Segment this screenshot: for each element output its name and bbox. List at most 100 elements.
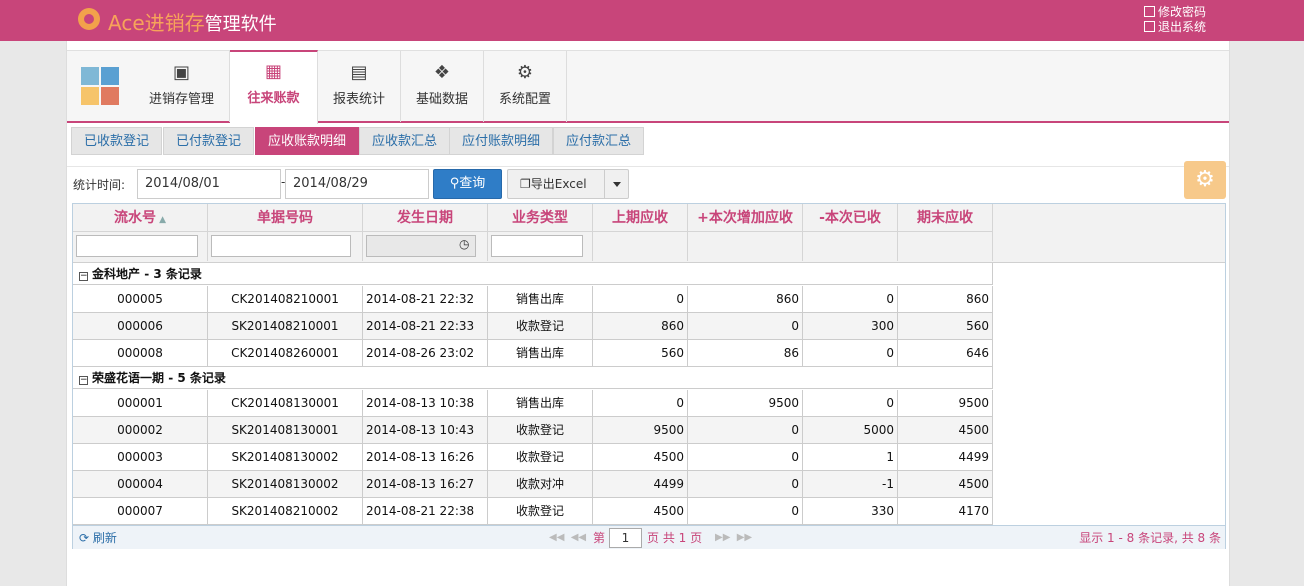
nav-item-accounts[interactable]: ▦ 往来账款 <box>230 50 318 124</box>
nav-item-basic-data[interactable]: ❖ 基础数据 <box>401 51 484 122</box>
brand-subtitle: 管理软件 <box>204 14 277 35</box>
column-header-prev-receivable[interactable]: 上期应收 <box>593 204 688 232</box>
table-cell: CK201408130001 <box>208 390 363 417</box>
table-row[interactable]: 000003 SK201408130002 2014-08-13 16:26 收款登记… <box>73 444 993 471</box>
table-cell: CK201408210001 <box>208 286 363 313</box>
logout-link[interactable]: 退出系统 <box>1144 20 1206 35</box>
biz-type-filter-input[interactable] <box>491 235 583 257</box>
column-header-added-receivable[interactable]: +本次增加应收 <box>688 204 803 232</box>
tab-received-payments[interactable]: 已收款登记 <box>71 127 163 155</box>
app-tiles-icon[interactable] <box>81 67 121 107</box>
table-cell: 000006 <box>73 313 208 340</box>
table-cell: 收款登记 <box>488 417 593 444</box>
logout-icon <box>1144 21 1155 32</box>
settings-gear-button[interactable]: ⚙ <box>1184 161 1226 199</box>
table-row[interactable]: 000004 SK201408130002 2014-08-13 16:27 收款对冲… <box>73 471 993 498</box>
main-nav: ▣ 进销存管理 ▦ 往来账款 ▤ 报表统计 ❖ 基础数据 ⚙ 系统配置 <box>67 50 1229 124</box>
record-info: 显示 1 - 8 条记录, 共 8 条 <box>1079 531 1221 545</box>
table-cell: 0 <box>688 498 803 525</box>
table-row[interactable]: 000002 SK201408130001 2014-08-13 10:43 收款登记… <box>73 417 993 444</box>
group-header[interactable]: − 金科地产 - 3 条记录 <box>73 263 993 285</box>
table-cell: 0 <box>688 313 803 340</box>
table-cell: 1 <box>803 444 898 471</box>
tab-receivable-detail[interactable]: 应收账款明细 <box>255 127 360 155</box>
bar-chart-icon: ▤ <box>350 62 368 83</box>
doc-no-filter-input[interactable] <box>211 235 351 257</box>
table-row[interactable]: 000007 SK201408210002 2014-08-21 22:38 收款登记… <box>73 498 993 525</box>
sort-asc-icon: ▲ <box>155 215 167 225</box>
table-cell: 4499 <box>593 471 688 498</box>
column-label: 流水号 <box>113 210 156 226</box>
nav-item-settings[interactable]: ⚙ 系统配置 <box>484 51 567 122</box>
stat-time-label: 统计时间: <box>73 178 126 192</box>
table-row[interactable]: 000001 CK201408130001 2014-08-13 10:38 销售出库… <box>73 390 993 417</box>
filter-cell <box>208 232 363 261</box>
table-cell: -1 <box>803 471 898 498</box>
table-cell: 000008 <box>73 340 208 367</box>
table-cell: SK201408130002 <box>208 471 363 498</box>
table-cell: 5000 <box>803 417 898 444</box>
export-dropdown-caret[interactable] <box>604 170 628 198</box>
column-header-doc-no[interactable]: 单据号码 <box>208 204 363 232</box>
table-cell: 000001 <box>73 390 208 417</box>
date-to-input[interactable]: 2014/08/29 <box>285 169 429 199</box>
page-prefix: 第 <box>593 531 606 545</box>
date-from-input[interactable]: 2014/08/01 <box>137 169 281 199</box>
table-cell: 4500 <box>898 471 993 498</box>
change-password-link[interactable]: 修改密码 <box>1144 5 1206 20</box>
nav-item-label: 基础数据 <box>415 92 468 107</box>
collapse-icon[interactable]: − <box>79 376 88 385</box>
collapse-icon[interactable]: − <box>79 272 88 281</box>
table-cell: 2014-08-21 22:33 <box>363 313 488 340</box>
column-header-serial[interactable]: 流水号 ▲ <box>73 204 208 232</box>
table-cell: 000002 <box>73 417 208 444</box>
table-cell: 2014-08-26 23:02 <box>363 340 488 367</box>
column-header-received[interactable]: -本次已收 <box>803 204 898 232</box>
table-cell: SK201408210002 <box>208 498 363 525</box>
column-header-end-receivable[interactable]: 期末应收 <box>898 204 993 232</box>
nav-item-inventory[interactable]: ▣ 进销存管理 <box>134 51 230 122</box>
refresh-button[interactable]: ⟳ 刷新 <box>79 526 117 550</box>
page-number-input[interactable]: 1 <box>609 528 642 548</box>
table-row[interactable]: 000008 CK201408260001 2014-08-26 23:02 销售出库… <box>73 340 993 367</box>
tab-payable-summary[interactable]: 应付款汇总 <box>553 127 645 155</box>
table-cell: 0 <box>803 340 898 367</box>
refresh-label: 刷新 <box>92 531 117 545</box>
tab-payable-detail[interactable]: 应付账款明细 <box>449 127 554 155</box>
table-cell: 销售出库 <box>488 390 593 417</box>
first-prev-page-buttons[interactable]: ◀◀ ◀◀ <box>549 526 586 550</box>
tab-paid-payments[interactable]: 已付款登记 <box>163 127 255 155</box>
cube-icon: ▣ <box>172 62 190 83</box>
table-row[interactable]: 000005 CK201408210001 2014-08-21 22:32 销售出库… <box>73 286 993 313</box>
table-cell: 330 <box>803 498 898 525</box>
nav-item-reports[interactable]: ▤ 报表统计 <box>318 51 401 122</box>
key-icon <box>1144 6 1155 17</box>
nav-item-label: 报表统计 <box>332 92 385 107</box>
query-button[interactable]: ⚲查询 <box>433 169 502 199</box>
table-row[interactable]: 000006 SK201408210001 2014-08-21 22:33 收款登记… <box>73 313 993 340</box>
brand-title: Ace进销存管理软件 <box>108 7 277 36</box>
calculator-icon: ▦ <box>264 61 282 82</box>
serial-filter-input[interactable] <box>76 235 198 257</box>
nav-item-label: 系统配置 <box>498 92 551 107</box>
tab-receivable-summary[interactable]: 应收款汇总 <box>359 127 451 155</box>
table-cell: 86 <box>688 340 803 367</box>
logout-label: 退出系统 <box>1158 20 1207 34</box>
table-cell: 9500 <box>898 390 993 417</box>
next-last-page-buttons[interactable]: ▶▶ ▶▶ <box>715 526 752 550</box>
table-cell: SK201408130001 <box>208 417 363 444</box>
table-cell: 2014-08-13 16:27 <box>363 471 488 498</box>
table-cell: 860 <box>593 313 688 340</box>
table-cell: 9500 <box>593 417 688 444</box>
group-header[interactable]: − 荣盛花语一期 - 5 条记录 <box>73 367 993 389</box>
table-cell: 2014-08-21 22:32 <box>363 286 488 313</box>
clock-icon: ◷ <box>459 237 470 251</box>
filter-bar: 统计时间: 2014/08/01 - 2014/08/29 ⚲查询 ❐导出Exc… <box>67 166 1229 201</box>
export-excel-button[interactable]: ❐导出Excel <box>507 169 629 199</box>
nav-item-label: 往来账款 <box>247 91 300 106</box>
column-header-biz-type[interactable]: 业务类型 <box>488 204 593 232</box>
export-button-label: 导出Excel <box>530 177 587 191</box>
filter-cell <box>593 232 688 261</box>
column-header-date[interactable]: 发生日期 <box>363 204 488 232</box>
table-cell: 646 <box>898 340 993 367</box>
